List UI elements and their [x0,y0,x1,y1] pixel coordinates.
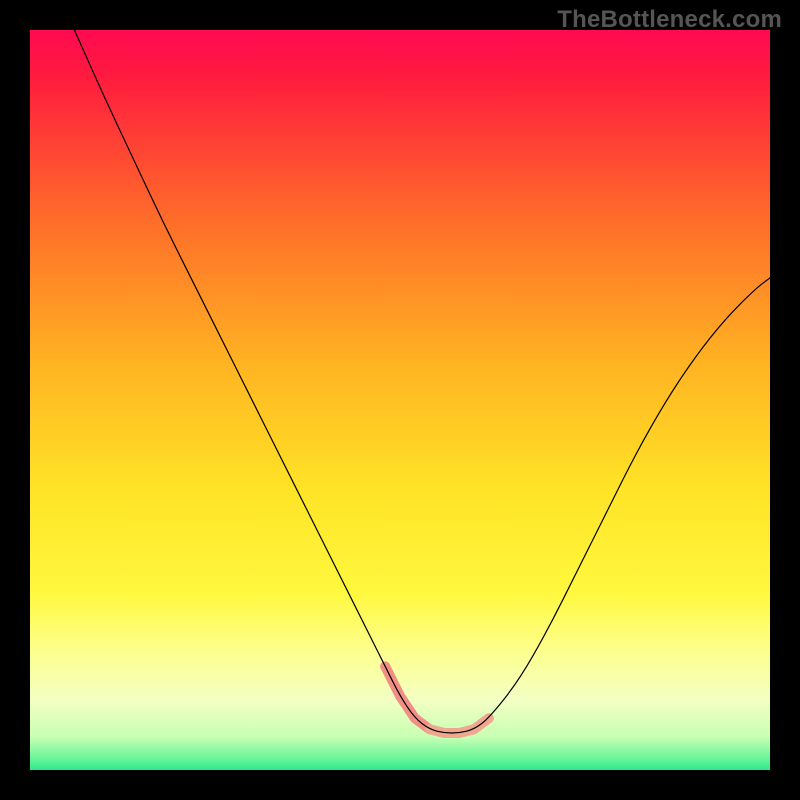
gradient-background [30,30,770,770]
bottleneck-chart [30,30,770,770]
plot-area [30,30,770,770]
chart-frame: TheBottleneck.com [0,0,800,800]
